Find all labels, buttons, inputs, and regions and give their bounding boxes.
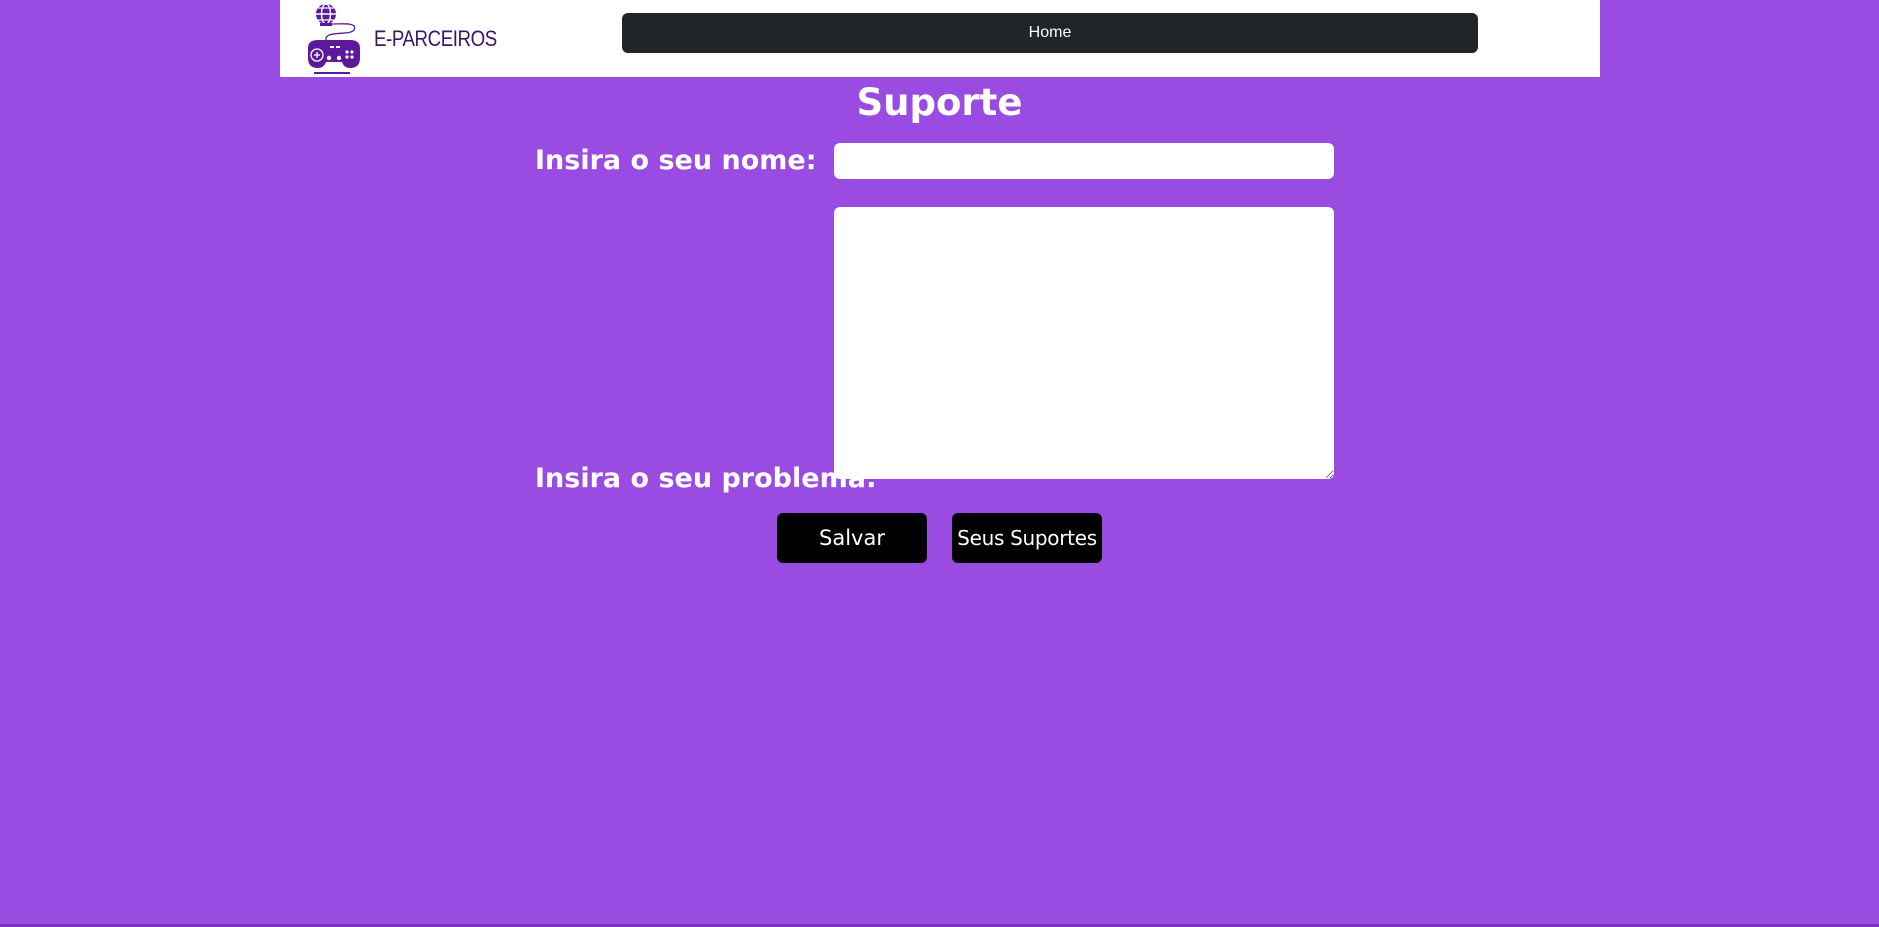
brand-name: E-PARCEIROS xyxy=(374,25,497,51)
name-label: Insira o seu nome: xyxy=(535,145,817,176)
save-button[interactable]: Salvar xyxy=(777,513,927,563)
page-title: Suporte xyxy=(856,81,1023,124)
gamepad-globe-logo-icon xyxy=(308,2,360,74)
my-supports-button[interactable]: Seus Suportes xyxy=(952,513,1102,563)
problem-label: Insira o seu problema: xyxy=(535,463,877,494)
nav-home-button[interactable]: Home xyxy=(622,13,1478,53)
brand[interactable]: E-PARCEIROS xyxy=(302,0,518,77)
name-input[interactable] xyxy=(834,143,1334,179)
support-page: E-PARCEIROS Home Suporte Insira o seu no… xyxy=(0,0,1879,927)
header: E-PARCEIROS Home xyxy=(280,0,1600,77)
problem-textarea[interactable] xyxy=(834,207,1334,479)
